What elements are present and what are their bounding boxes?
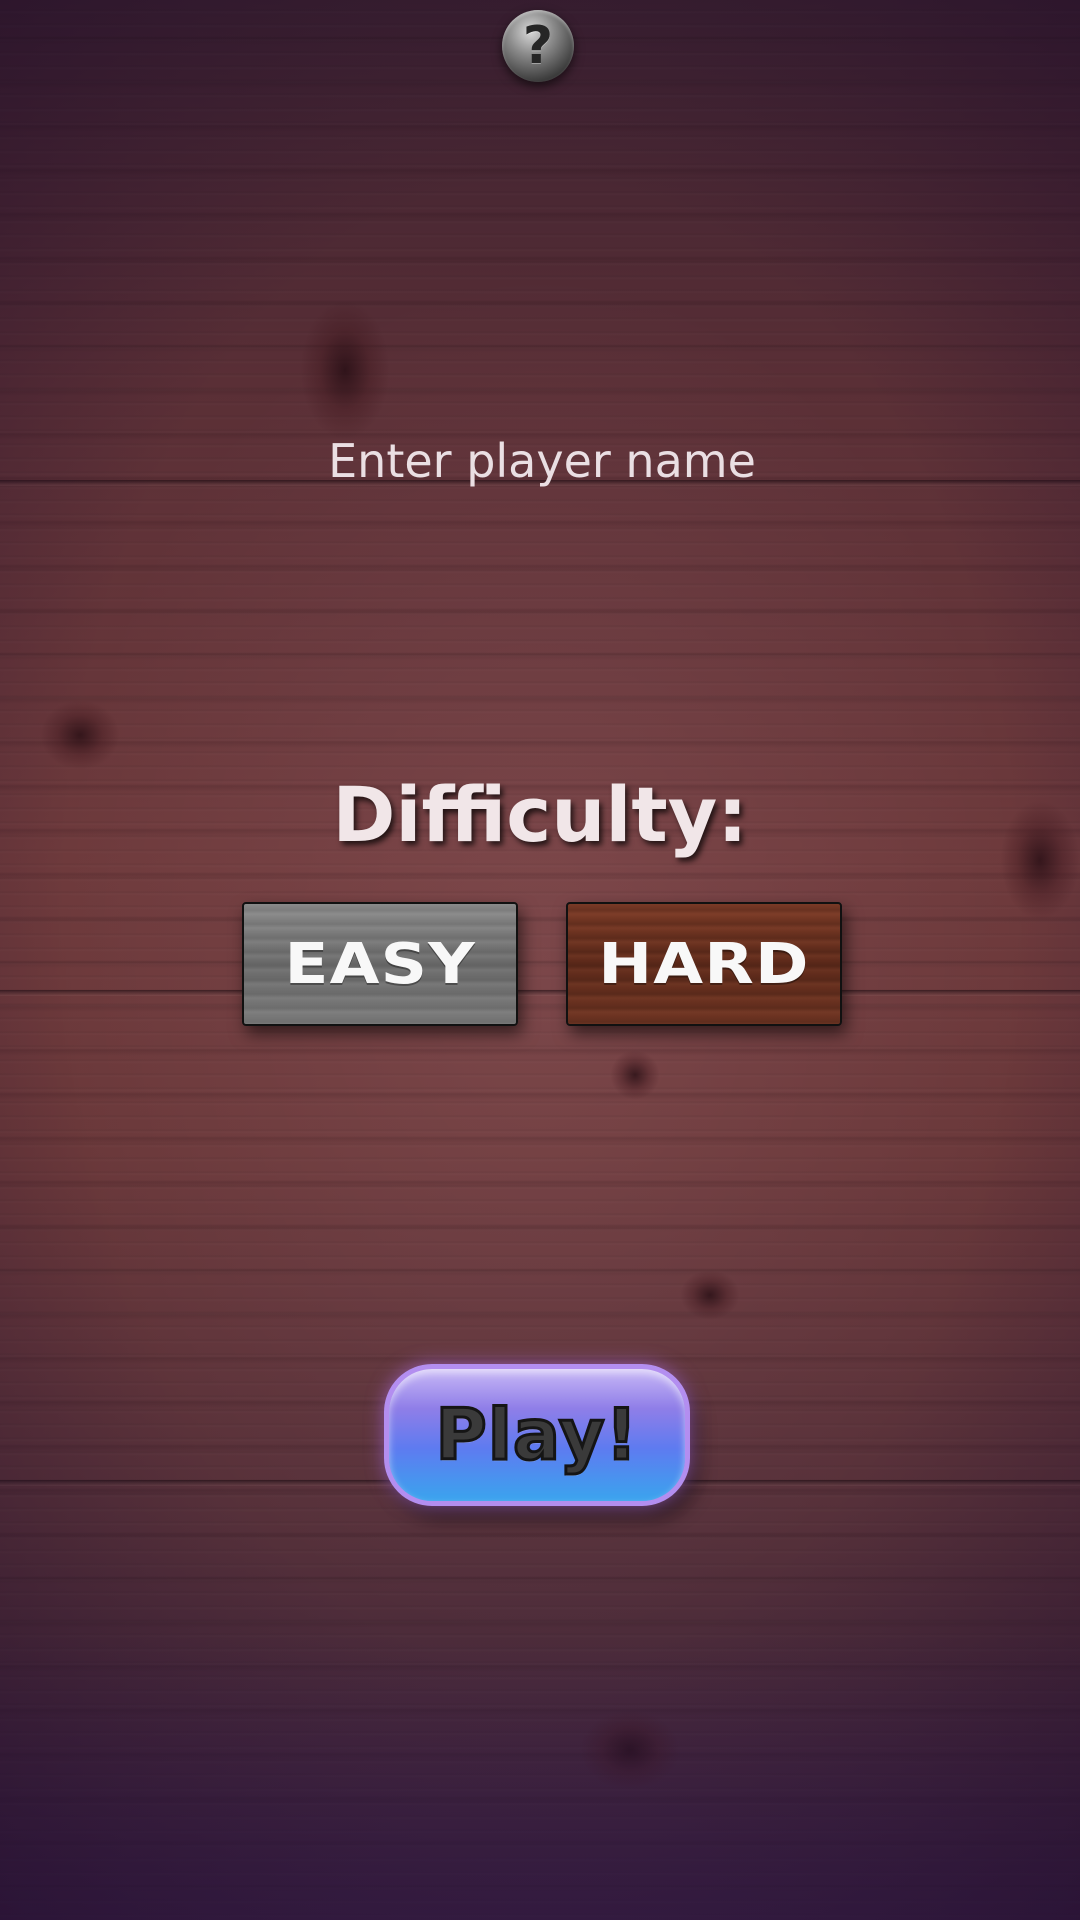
difficulty-title: Difficulty: [332, 770, 748, 859]
hard-button-label: HARD [598, 931, 810, 997]
player-name-input[interactable] [190, 420, 894, 502]
question-mark-icon: ? [522, 16, 554, 76]
easy-button-label: EASY [284, 931, 476, 997]
help-button[interactable]: ? [502, 10, 574, 82]
plank-seam [0, 990, 1080, 996]
wood-knot [610, 1050, 660, 1100]
play-button[interactable]: Play! [384, 1364, 690, 1506]
wood-knot [300, 300, 390, 440]
wood-knot [680, 1270, 740, 1320]
hard-button[interactable]: HARD [566, 902, 842, 1026]
wood-knot [580, 1710, 680, 1790]
game-setup-screen: ? Difficulty: EASY HARD Play! [0, 0, 1080, 1920]
easy-button[interactable]: EASY [242, 902, 518, 1026]
play-button-label: Play! [434, 1393, 639, 1478]
wood-background [0, 0, 1080, 1920]
wood-knot [40, 700, 120, 770]
